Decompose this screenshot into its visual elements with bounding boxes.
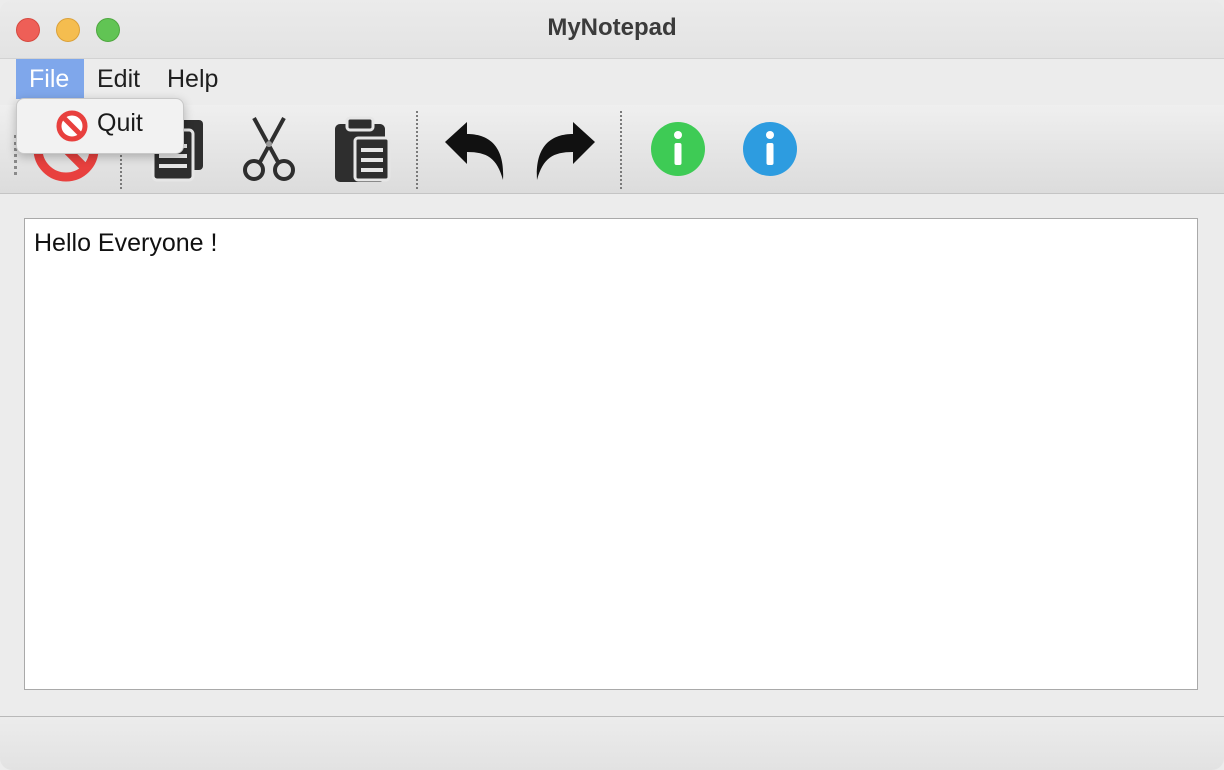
window-title: MyNotepad [547, 14, 677, 41]
cut-icon[interactable] [233, 113, 305, 185]
toolbar-separator [416, 111, 418, 189]
app-window: MyNotepad File Edit Help Hello Everyone … [0, 0, 1224, 770]
menu-help[interactable]: Help [154, 59, 231, 99]
undo-icon[interactable] [438, 113, 510, 185]
file-menu-dropdown: Quit [16, 98, 184, 154]
menu-bar: File Edit Help [0, 59, 1224, 105]
paste-icon[interactable] [326, 113, 398, 185]
status-bar [0, 716, 1224, 770]
about-icon[interactable] [642, 113, 714, 185]
menu-item-quit[interactable]: Quit [23, 105, 177, 147]
text-editor[interactable]: Hello Everyone ! [24, 218, 1198, 690]
menu-file[interactable]: File [16, 59, 84, 99]
no-entry-icon [55, 109, 89, 143]
editor-content: Hello Everyone ! [34, 229, 218, 257]
about-qt-icon[interactable] [734, 113, 806, 185]
menu-item-quit-label: Quit [97, 109, 143, 137]
menu-edit[interactable]: Edit [84, 59, 153, 99]
redo-icon[interactable] [530, 113, 602, 185]
toolbar-separator [620, 111, 622, 189]
title-bar[interactable]: MyNotepad [0, 0, 1224, 59]
